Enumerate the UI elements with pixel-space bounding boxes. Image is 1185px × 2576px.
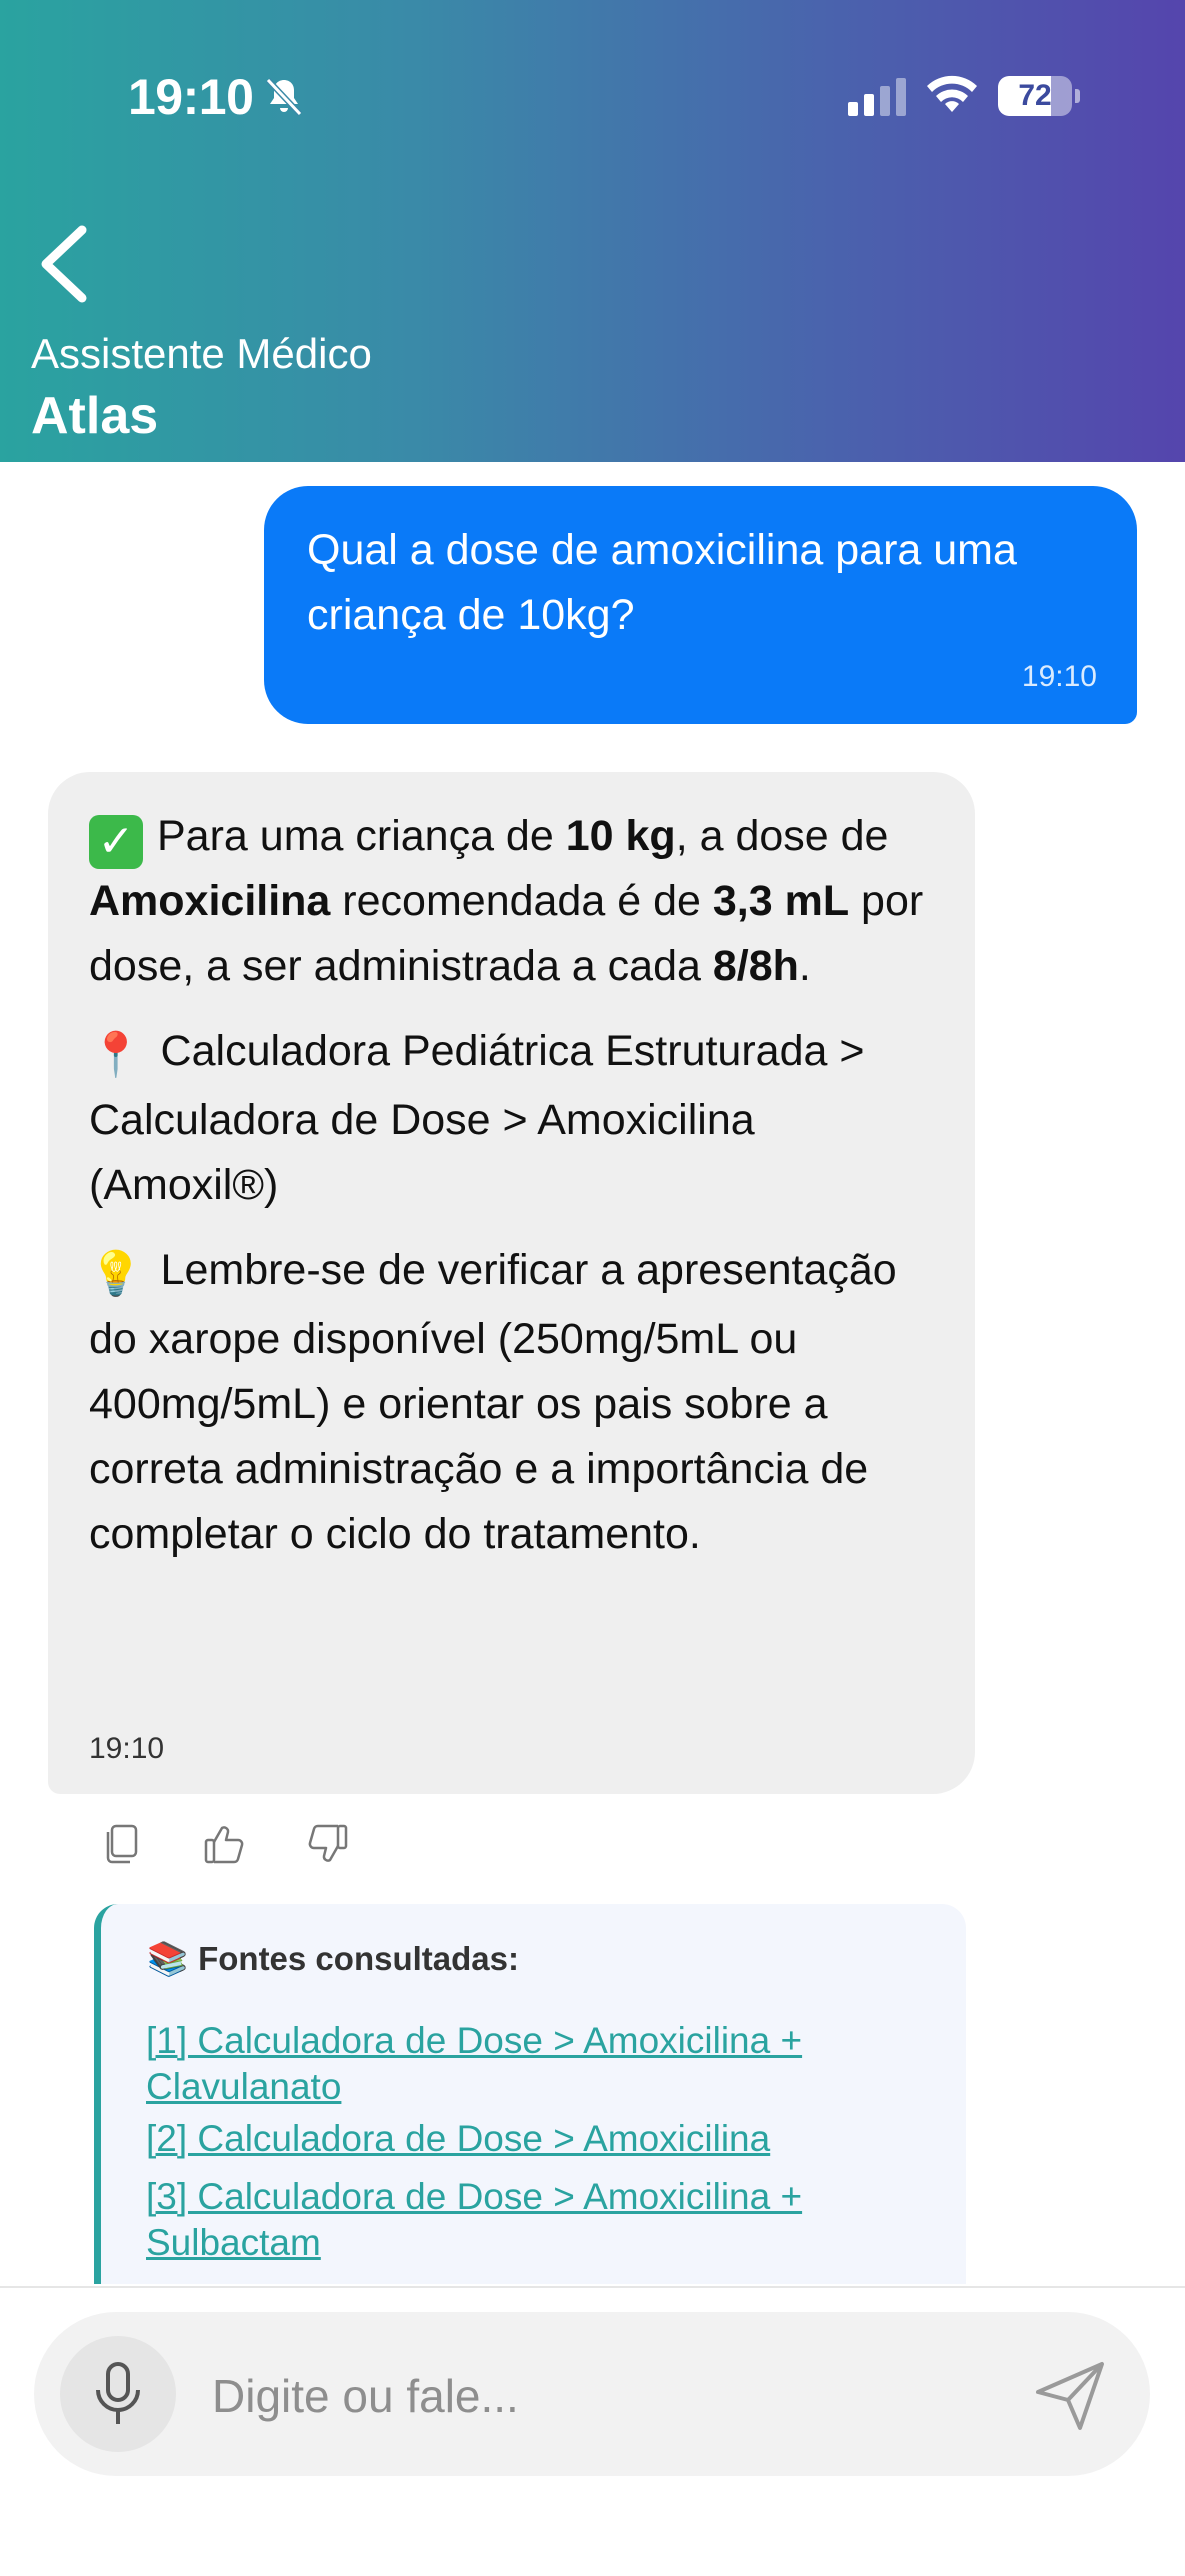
chat-header: 19:10 72 Assistente Médico Atlas — [0, 0, 1185, 462]
copy-icon[interactable] — [98, 1820, 146, 1868]
assistant-paragraph-dose: ✓ Para uma criança de 10 kg, a dose de Am… — [89, 804, 949, 999]
battery-icon: 72 — [998, 76, 1080, 116]
message-input[interactable] — [212, 2364, 992, 2428]
message-input-container — [34, 2312, 1150, 2476]
source-link-2[interactable]: [2] Calculadora de Dose > Amoxicilina — [146, 2116, 926, 2162]
assistant-message-text: ✓ Para uma criança de 10 kg, a dose de Am… — [89, 804, 949, 1587]
back-button[interactable] — [28, 212, 98, 312]
assistant-paragraph-tip: 💡 Lembre-se de verificar a apresentação d… — [89, 1238, 949, 1567]
wifi-icon — [927, 75, 977, 112]
source-link-3[interactable]: [3] Calculadora de Dose > Amoxicilina + … — [146, 2174, 926, 2266]
dose-text: , a dose de — [675, 812, 889, 860]
books-icon: 📚 — [147, 1940, 189, 1977]
microphone-button[interactable] — [60, 2336, 176, 2452]
pin-icon: 📍 — [89, 1031, 143, 1079]
sources-title: 📚 Fontes consultadas: — [147, 1940, 519, 1979]
cellular-signal-icon — [848, 78, 906, 116]
battery-level: 72 — [1018, 79, 1052, 112]
assistant-paragraph-path: 📍 Calculadora Pediátrica Estruturada > Ca… — [89, 1019, 949, 1218]
sources-title-text: Fontes consultadas: — [198, 1940, 519, 1977]
thumbs-down-icon[interactable] — [304, 1820, 352, 1868]
status-time: 19:10 — [128, 69, 254, 125]
weight-value: 10 kg — [565, 812, 676, 860]
sources-panel: 📚 Fontes consultadas: [1] Calculadora de … — [94, 1904, 966, 2284]
thumbs-up-icon[interactable] — [200, 1820, 248, 1868]
user-message-time: 19:10 — [1021, 660, 1097, 693]
message-input-bar — [0, 2288, 1185, 2576]
header-title: Atlas — [31, 387, 159, 445]
source-link-1[interactable]: [1] Calculadora de Dose > Amoxicilina + … — [146, 2018, 926, 2110]
microphone-icon — [96, 2362, 140, 2424]
interval-value: 8/8h — [712, 942, 799, 990]
dose-text: Para uma criança de — [157, 812, 566, 860]
tip-text: Lembre-se de verificar a apresentação do… — [89, 1246, 897, 1558]
user-message-text: Qual a dose de amoxicilina para uma cria… — [307, 526, 1017, 639]
send-button[interactable] — [1030, 2356, 1110, 2436]
light-bulb-icon: 💡 — [89, 1250, 143, 1298]
assistant-message-bubble: ✓ Para uma criança de 10 kg, a dose de Am… — [48, 772, 975, 1794]
dose-value: 3,3 mL — [712, 877, 850, 925]
bell-slash-icon — [265, 77, 303, 117]
dose-text: recomendada é de — [330, 877, 713, 925]
dose-text: . — [798, 942, 811, 990]
header-subtitle: Assistente Médico — [31, 330, 372, 377]
drug-name: Amoxicilina — [89, 877, 331, 925]
assistant-message-time: 19:10 — [89, 1732, 165, 1765]
calculator-path: Calculadora Pediátrica Estruturada > Cal… — [89, 1027, 865, 1209]
user-message-bubble: Qual a dose de amoxicilina para uma cria… — [264, 486, 1137, 724]
check-mark-icon: ✓ — [89, 815, 143, 869]
